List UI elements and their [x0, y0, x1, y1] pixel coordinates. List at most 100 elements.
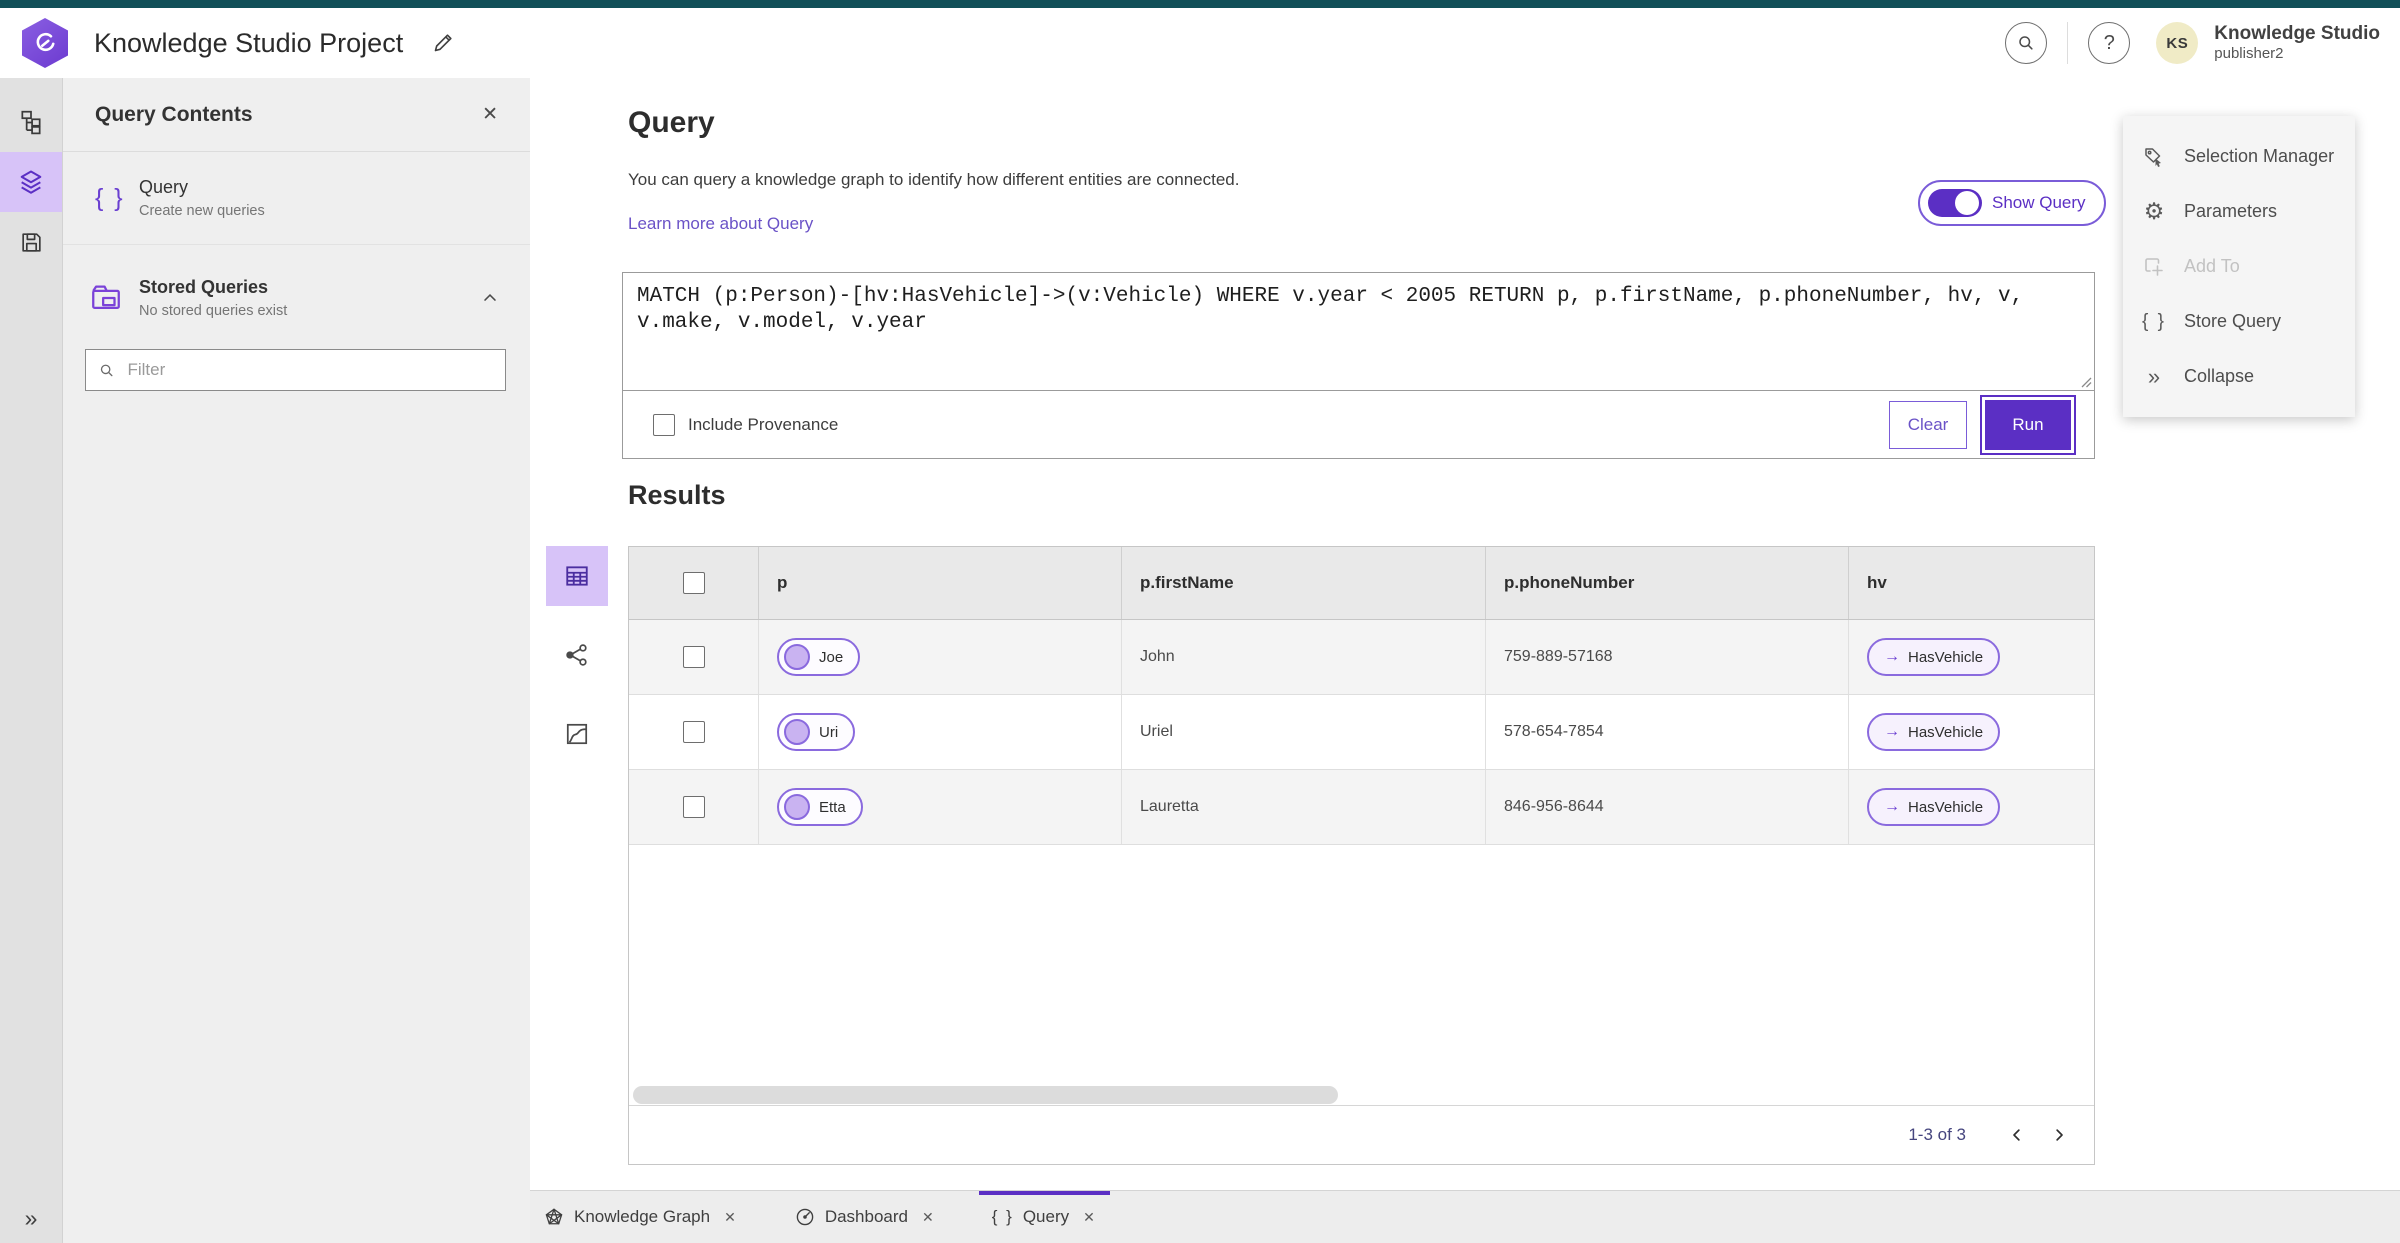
hierarchy-icon[interactable] — [0, 92, 62, 152]
edge-cell: → HasVehicle — [1849, 620, 2094, 694]
select-all-cell — [629, 547, 759, 619]
column-header-hv[interactable]: hv — [1849, 547, 2094, 619]
menu-item-selection-manager[interactable]: Selection Manager — [2123, 129, 2355, 184]
close-icon[interactable]: ✕ — [722, 1207, 738, 1228]
gear-icon: ⚙ — [2143, 198, 2165, 224]
app-header: Knowledge Studio Project ? KS Knowledge … — [0, 8, 2400, 79]
panel-item-texts: Stored Queries No stored queries exist — [139, 277, 476, 319]
column-header-firstname[interactable]: p.firstName — [1122, 547, 1486, 619]
row-checkbox[interactable] — [682, 721, 705, 743]
node-label: Etta — [819, 798, 846, 816]
query-editor[interactable]: MATCH (p:Person)-[hv:HasVehicle]->(v:Veh… — [623, 273, 2094, 390]
expand-rail-icon[interactable]: » — [0, 1204, 62, 1233]
checkbox[interactable] — [653, 413, 675, 436]
layers-icon[interactable] — [0, 152, 62, 212]
query-contents-panel: Query Contents ✕ { } Query Create new qu… — [63, 78, 530, 1243]
run-button[interactable]: Run — [1985, 399, 2071, 450]
row-select-cell — [629, 695, 759, 769]
chevron-left-icon[interactable] — [1996, 1114, 2038, 1156]
phonenumber-cell: 846-956-8644 — [1486, 770, 1849, 844]
collapse-icon: » — [2147, 363, 2161, 389]
menu-item-store-query[interactable]: { } Store Query — [2123, 294, 2355, 349]
project-title: Knowledge Studio Project — [94, 27, 404, 58]
row-checkbox[interactable] — [682, 646, 705, 668]
scrollbar-thumb[interactable] — [633, 1086, 1338, 1104]
product-name: Knowledge Studio — [2214, 23, 2380, 45]
node-cell: Uri — [759, 695, 1122, 769]
panel-header: Query Contents ✕ — [63, 78, 530, 152]
show-query-toggle[interactable]: Show Query — [1918, 180, 2106, 226]
include-provenance-checkbox[interactable]: Include Provenance — [653, 413, 839, 436]
main-content: Query You can query a knowledge graph to… — [530, 78, 2400, 1190]
edge-chip[interactable]: → HasVehicle — [1867, 713, 2001, 751]
table-row: Uri Uriel 578-654-7854 → HasVehicle — [629, 695, 2094, 770]
column-header-p[interactable]: p — [759, 547, 1122, 619]
edge-chip[interactable]: → HasVehicle — [1867, 788, 2001, 826]
resize-handle-icon[interactable] — [2080, 376, 2092, 388]
panel-item-stored-queries[interactable]: Stored Queries No stored queries exist — [63, 255, 530, 341]
avatar-initials: KS — [2166, 34, 2189, 52]
edge-chip[interactable]: → HasVehicle — [1867, 638, 2001, 676]
table-view-icon[interactable] — [546, 546, 608, 606]
braces-icon: { } — [2142, 310, 2166, 332]
close-icon[interactable]: ✕ — [476, 102, 504, 127]
panel-item-subtitle: No stored queries exist — [139, 303, 288, 319]
menu-item-label: Add To — [2184, 256, 2240, 276]
top-accent-bar — [0, 0, 2400, 8]
tab-query[interactable]: { } Query ✕ — [979, 1191, 1110, 1243]
chevron-up-icon[interactable] — [476, 284, 504, 312]
include-provenance-label: Include Provenance — [688, 414, 839, 434]
braces-icon: { } — [95, 183, 125, 212]
edge-label: HasVehicle — [1908, 798, 1984, 816]
help-icon[interactable]: ? — [2088, 22, 2131, 64]
panel-item-texts: Query Create new queries — [139, 177, 504, 219]
edit-title-icon[interactable] — [427, 27, 459, 59]
node-chip[interactable]: Uri — [777, 713, 856, 751]
tab-knowledge-graph[interactable]: Knowledge Graph ✕ — [530, 1191, 751, 1243]
node-label: Uri — [819, 723, 839, 741]
menu-item-label: Collapse — [2184, 366, 2255, 386]
select-all-checkbox[interactable] — [682, 572, 705, 594]
tab-label: Query — [1022, 1207, 1070, 1226]
search-icon[interactable] — [2005, 22, 2048, 64]
table-row: Etta Lauretta 846-956-8644 → HasVehicle — [629, 770, 2094, 845]
map-view-icon[interactable] — [546, 704, 608, 764]
save-icon[interactable] — [0, 212, 62, 272]
query-editor-wrap: MATCH (p:Person)-[hv:HasVehicle]->(v:Veh… — [623, 273, 2094, 391]
chevron-right-icon[interactable] — [2038, 1114, 2080, 1156]
menu-item-label: Selection Manager — [2184, 146, 2335, 166]
clear-button[interactable]: Clear — [1889, 400, 1967, 449]
menu-item-label: Store Query — [2184, 311, 2282, 331]
column-header-phonenumber[interactable]: p.phoneNumber — [1486, 547, 1849, 619]
node-dot-icon — [784, 794, 810, 820]
braces-icon: { } — [991, 1207, 1014, 1226]
filter-input[interactable] — [125, 359, 493, 381]
toggle-switch[interactable] — [1928, 189, 1982, 217]
selection-manager-icon — [2141, 145, 2167, 169]
node-cell: Etta — [759, 770, 1122, 844]
graph-view-icon[interactable] — [546, 625, 608, 685]
close-icon[interactable]: ✕ — [1081, 1207, 1097, 1228]
panel-item-query[interactable]: { } Query Create new queries — [63, 152, 530, 245]
row-select-cell — [629, 620, 759, 694]
query-section-title: Query — [628, 106, 715, 139]
username: publisher2 — [2214, 45, 2284, 63]
menu-item-parameters[interactable]: ⚙ Parameters — [2123, 184, 2355, 239]
query-editor-footer: Include Provenance Clear Run — [623, 391, 2094, 458]
node-dot-icon — [784, 644, 810, 670]
menu-item-collapse[interactable]: » Collapse — [2123, 349, 2355, 404]
learn-more-link[interactable]: Learn more about Query — [628, 214, 813, 234]
tab-label: Knowledge Graph — [574, 1207, 711, 1226]
close-icon[interactable]: ✕ — [920, 1207, 936, 1228]
tab-dashboard[interactable]: Dashboard ✕ — [781, 1191, 949, 1243]
edge-cell: → HasVehicle — [1849, 695, 2094, 769]
menu-item-add-to: Add To — [2123, 239, 2355, 294]
row-checkbox[interactable] — [682, 796, 705, 818]
edge-label: HasVehicle — [1908, 648, 1984, 666]
avatar[interactable]: KS — [2156, 22, 2199, 64]
panel-title: Query Contents — [95, 102, 253, 126]
edge-cell: → HasVehicle — [1849, 770, 2094, 844]
show-query-label: Show Query — [1992, 193, 2086, 212]
node-chip[interactable]: Joe — [777, 638, 861, 676]
node-chip[interactable]: Etta — [777, 788, 863, 826]
